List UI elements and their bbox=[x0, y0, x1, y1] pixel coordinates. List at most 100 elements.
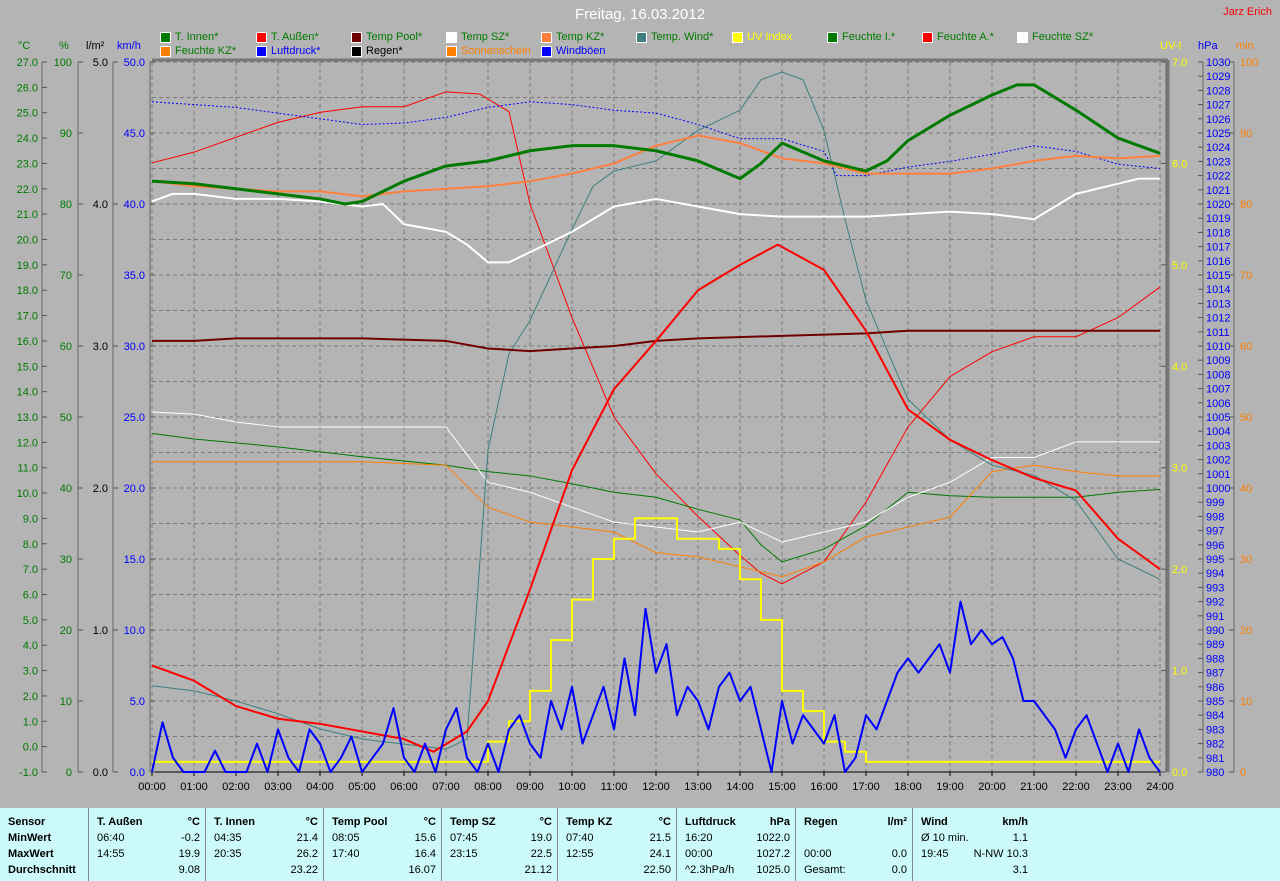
y-axis-unit-rain: l/m² bbox=[86, 40, 105, 52]
stats-row: 14:55 19.9 bbox=[89, 846, 205, 862]
y-tick-label-temp: 9.0 bbox=[23, 513, 38, 525]
y-tick-label-uv: 5.0 bbox=[1172, 260, 1187, 272]
y-tick-label-sun: 40 bbox=[1240, 483, 1252, 495]
y-tick-label-temp: 14.0 bbox=[17, 387, 38, 399]
stats-row-label: MinWert bbox=[8, 832, 52, 844]
stats-unit: °C bbox=[305, 816, 318, 828]
y-tick-label-temp: 13.0 bbox=[17, 412, 38, 424]
stats-column-header: Wind km/h bbox=[913, 814, 1033, 830]
y-tick-label-press: 1026 bbox=[1206, 114, 1230, 126]
y-tick-label-press: 1005 bbox=[1206, 412, 1230, 424]
x-tick-label: 13:00 bbox=[684, 781, 712, 793]
x-tick-label: 10:00 bbox=[558, 781, 586, 793]
x-tick-label: 16:00 bbox=[810, 781, 838, 793]
y-tick-label-wind: 0.0 bbox=[130, 767, 145, 779]
stats-row: 06:40 -0.2 bbox=[89, 830, 205, 846]
y-tick-label-press: 998 bbox=[1206, 511, 1224, 523]
x-tick-label: 08:00 bbox=[474, 781, 502, 793]
stats-row: 08:05 15.6 bbox=[324, 830, 441, 846]
stats-column-header: Regen l/m² bbox=[796, 814, 912, 830]
x-tick-label: 04:00 bbox=[306, 781, 334, 793]
legend-label: Regen* bbox=[366, 45, 403, 57]
y-tick-label-temp: 7.0 bbox=[23, 564, 38, 576]
y-tick-label-press: 999 bbox=[1206, 497, 1224, 509]
stats-time: 14:55 bbox=[97, 848, 125, 860]
x-tick-label: 19:00 bbox=[936, 781, 964, 793]
y-tick-label-uv: 4.0 bbox=[1172, 361, 1187, 373]
legend-item: T. Außen* bbox=[256, 31, 319, 43]
y-tick-label-temp: 25.0 bbox=[17, 108, 38, 120]
stats-value: 0.0 bbox=[891, 864, 907, 876]
y-tick-label-press: 988 bbox=[1206, 653, 1224, 665]
stats-value: 3.1 bbox=[1012, 864, 1028, 876]
y-tick-label-press: 1003 bbox=[1206, 440, 1230, 452]
y-tick-label-rain: 5.0 bbox=[93, 57, 108, 69]
y-axis-unit-press: hPa bbox=[1198, 40, 1218, 52]
stats-sensor-name: Regen bbox=[804, 816, 838, 828]
legend-item: Regen* bbox=[351, 45, 403, 57]
legend-item: Feuchte KZ* bbox=[160, 45, 236, 57]
stats-column-header: Temp Pool °C bbox=[324, 814, 441, 830]
stats-column-header: T. Außen °C bbox=[89, 814, 205, 830]
stats-value: 21.4 bbox=[296, 832, 318, 844]
y-tick-label-wind: 30.0 bbox=[124, 341, 145, 353]
legend-item: Feuchte SZ* bbox=[1017, 31, 1093, 43]
y-tick-label-hum: 0 bbox=[66, 767, 72, 779]
y-tick-label-temp: 3.0 bbox=[23, 666, 38, 678]
y-tick-label-temp: 5.0 bbox=[23, 615, 38, 627]
stats-value: 9.08 bbox=[178, 864, 200, 876]
y-tick-label-hum: 60 bbox=[60, 341, 72, 353]
y-tick-label-press: 1027 bbox=[1206, 100, 1230, 112]
y-tick-label-press: 1028 bbox=[1206, 85, 1230, 97]
y-tick-label-wind: 10.0 bbox=[124, 625, 145, 637]
y-tick-label-sun: 70 bbox=[1240, 270, 1252, 282]
legend-swatch bbox=[922, 31, 933, 43]
y-tick-label-press: 1019 bbox=[1206, 213, 1230, 225]
legend-swatch bbox=[160, 45, 171, 57]
y-tick-label-temp: 11.0 bbox=[17, 463, 38, 475]
y-tick-label-press: 997 bbox=[1206, 526, 1224, 538]
y-tick-label-press: 996 bbox=[1206, 540, 1224, 552]
y-axis-unit-wind: km/h bbox=[117, 40, 141, 52]
y-tick-label-rain: 4.0 bbox=[93, 199, 108, 211]
stats-row: 23.22 bbox=[206, 862, 323, 878]
y-tick-label-press: 1008 bbox=[1206, 369, 1230, 381]
y-tick-label-sun: 20 bbox=[1240, 625, 1252, 637]
y-tick-label-uv: 7.0 bbox=[1172, 57, 1187, 69]
y-tick-label-temp: 24.0 bbox=[17, 133, 38, 145]
x-tick-label: 07:00 bbox=[432, 781, 460, 793]
y-tick-label-sun: 0 bbox=[1240, 767, 1246, 779]
y-tick-label-press: 1004 bbox=[1206, 426, 1230, 438]
x-tick-label: 21:00 bbox=[1020, 781, 1048, 793]
stats-time: 00:00 bbox=[804, 848, 832, 860]
legend-swatch bbox=[351, 45, 362, 57]
legend-label: Windböen bbox=[556, 45, 606, 57]
legend-item: Temp SZ* bbox=[446, 31, 509, 43]
legend-label: Feuchte KZ* bbox=[175, 45, 237, 57]
stats-row: 22.50 bbox=[558, 862, 676, 878]
legend-swatch bbox=[256, 45, 267, 57]
x-tick-label: 00:00 bbox=[138, 781, 166, 793]
legend-item: Temp. Wind* bbox=[636, 31, 713, 43]
y-tick-label-uv: 3.0 bbox=[1172, 463, 1187, 475]
x-tick-label: 11:00 bbox=[601, 781, 628, 793]
y-tick-label-wind: 50.0 bbox=[124, 57, 145, 69]
y-tick-label-temp: 8.0 bbox=[23, 539, 38, 551]
x-tick-label: 06:00 bbox=[390, 781, 418, 793]
stats-row: 3.1 bbox=[913, 862, 1033, 878]
y-tick-label-press: 1016 bbox=[1206, 256, 1230, 268]
legend-swatch bbox=[732, 31, 743, 43]
stats-row: ^2.3hPa/h 1025.0 bbox=[677, 862, 795, 878]
chart-title: Freitag, 16.03.2012 bbox=[574, 6, 706, 23]
stats-value: 22.5 bbox=[530, 848, 552, 860]
y-tick-label-wind: 45.0 bbox=[124, 128, 145, 140]
y-tick-label-temp: 22.0 bbox=[17, 184, 38, 196]
stats-column-header: Temp KZ °C bbox=[558, 814, 676, 830]
y-tick-label-press: 993 bbox=[1206, 582, 1224, 594]
y-tick-label-sun: 80 bbox=[1240, 199, 1252, 211]
stats-value: 21.5 bbox=[649, 832, 671, 844]
x-tick-label: 09:00 bbox=[516, 781, 544, 793]
y-tick-label-sun: 30 bbox=[1240, 554, 1252, 566]
stats-time: 12:55 bbox=[566, 848, 594, 860]
stats-unit: l/m² bbox=[887, 816, 907, 828]
